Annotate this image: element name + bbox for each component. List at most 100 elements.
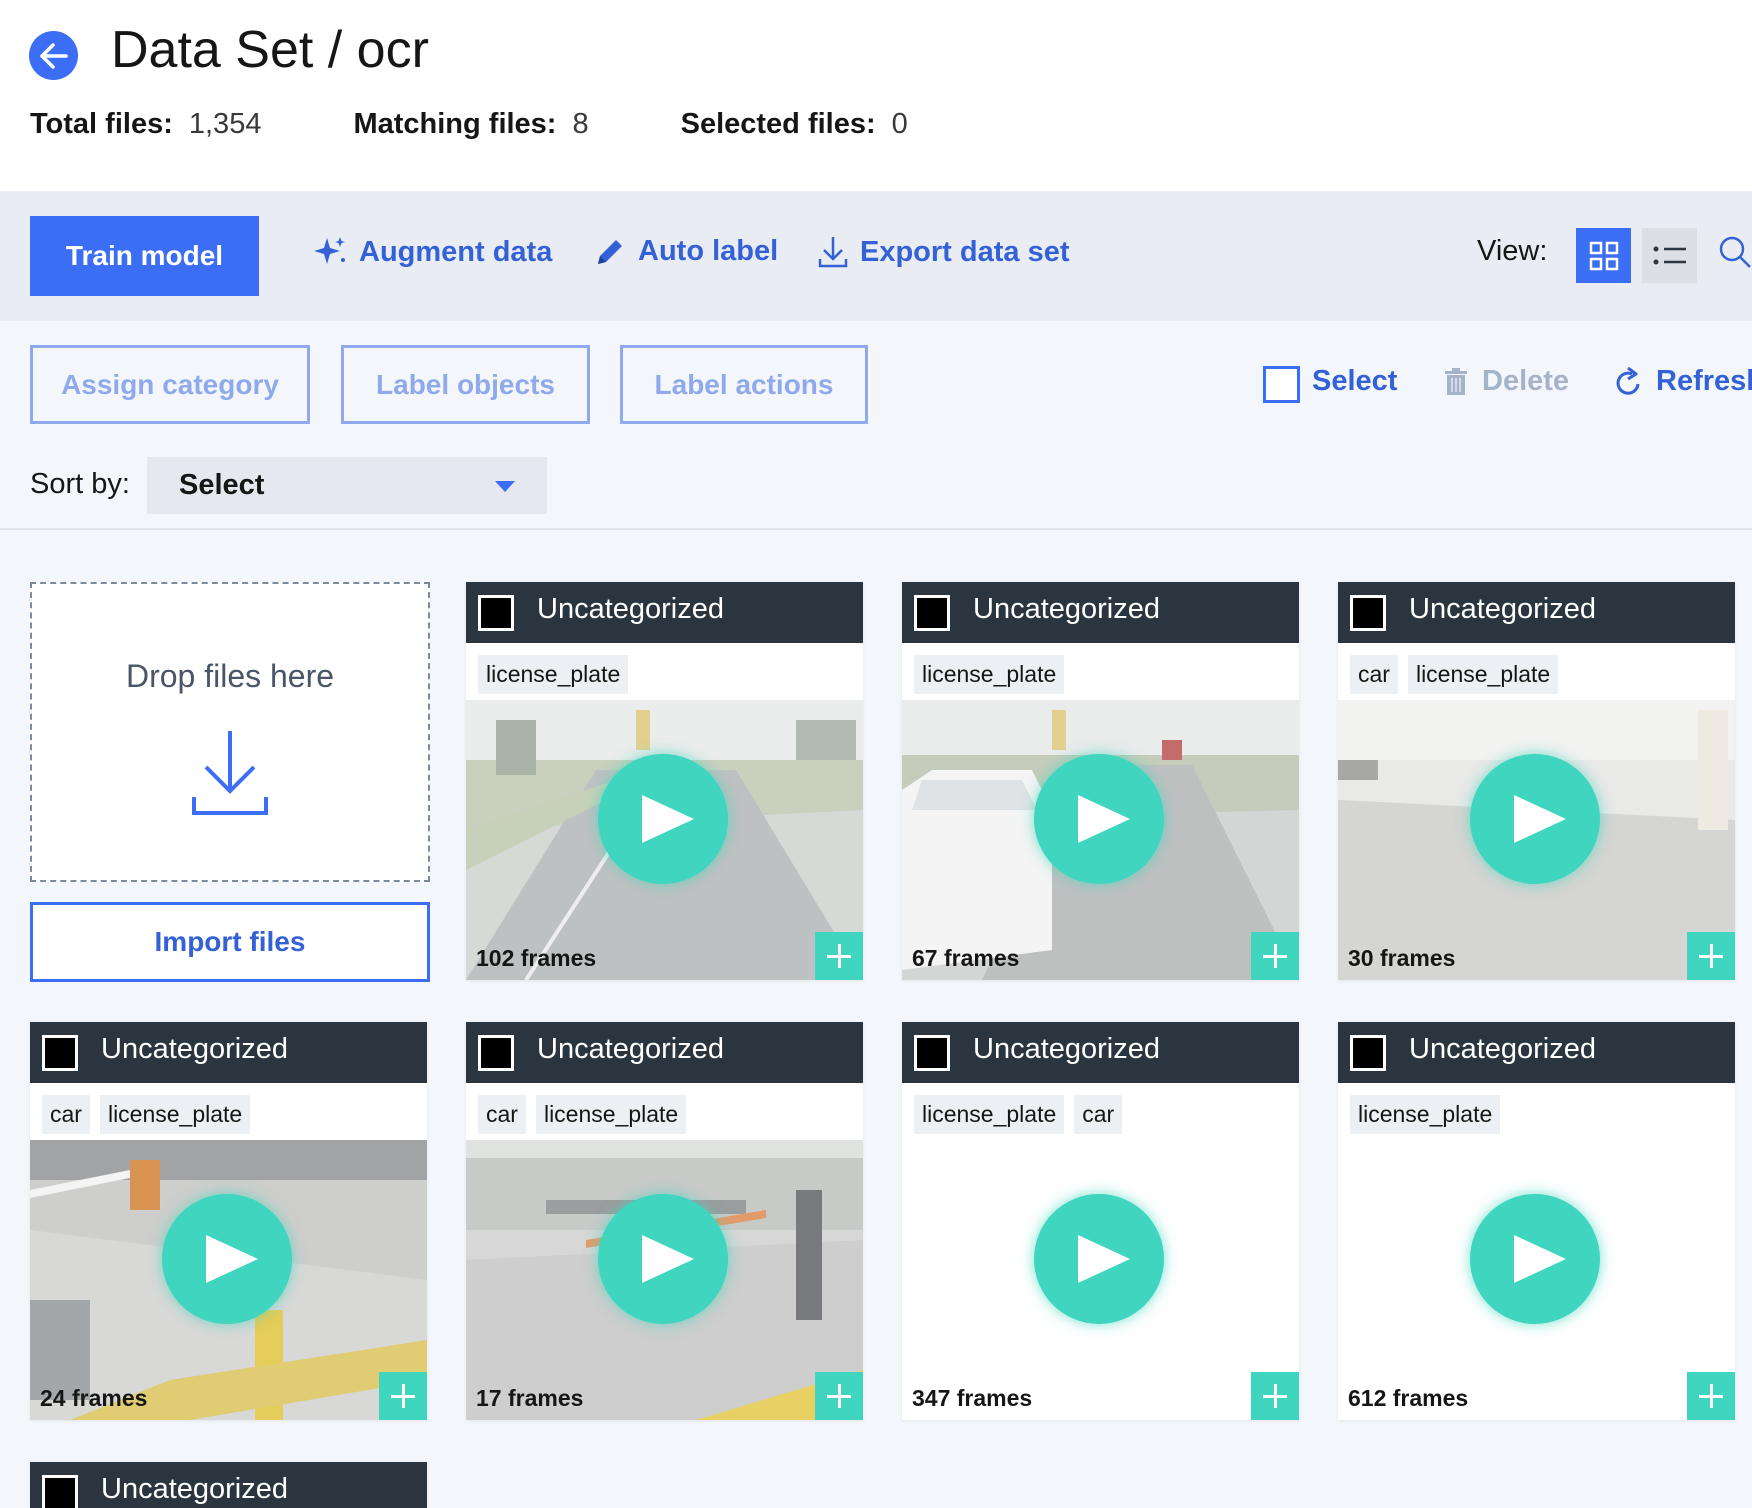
play-icon: [1514, 795, 1566, 843]
drop-zone-text: Drop files here: [125, 658, 335, 694]
file-card[interactable]: Uncategorized: [30, 1462, 427, 1508]
play-button[interactable]: [1034, 1194, 1164, 1324]
video-thumbnail: [466, 700, 863, 980]
video-thumbnail: [30, 1140, 427, 1420]
drop-zone[interactable]: Drop files here: [30, 582, 430, 882]
back-button[interactable]: [29, 31, 78, 80]
card-tags: license_plate: [1350, 1095, 1510, 1134]
file-card[interactable]: Uncategorized car license_plate 30 frame…: [1338, 582, 1735, 980]
card-checkbox[interactable]: [1350, 595, 1386, 631]
add-button[interactable]: [379, 1372, 427, 1420]
card-checkbox[interactable]: [42, 1475, 78, 1508]
card-tags: license_plate: [478, 655, 638, 694]
stat-value: 8: [572, 108, 589, 140]
play-button[interactable]: [1034, 754, 1164, 884]
import-files-button[interactable]: Import files: [30, 902, 430, 982]
card-category: Uncategorized: [101, 1033, 288, 1065]
card-category: Uncategorized: [973, 593, 1160, 625]
select-all-checkbox[interactable]: [1263, 366, 1300, 403]
refresh-icon: [1616, 366, 1640, 395]
caret-down-icon: [495, 481, 515, 492]
file-card[interactable]: Uncategorized license_plate 102 frames: [466, 582, 863, 980]
play-button[interactable]: [162, 1194, 292, 1324]
frame-count: 17 frames: [476, 1385, 584, 1411]
download-icon: [818, 237, 848, 268]
play-icon: [642, 1235, 694, 1283]
actions-bar: Assign category Label objects Label acti…: [0, 321, 1752, 530]
card-checkbox[interactable]: [914, 1035, 950, 1071]
label-actions-button[interactable]: Label actions: [620, 345, 868, 424]
card-tags: car license_plate: [1350, 655, 1568, 694]
augment-data-label: Augment data: [359, 235, 553, 268]
auto-label-label: Auto label: [638, 235, 779, 267]
auto-label-button[interactable]: Auto label: [594, 235, 778, 268]
sort-by-label: Sort by:: [30, 468, 130, 500]
tag: license_plate: [535, 1095, 687, 1134]
delete-button[interactable]: Delete: [1444, 365, 1569, 398]
frame-count: 102 frames: [476, 945, 597, 971]
add-button[interactable]: [1251, 932, 1299, 980]
frame-count: 612 frames: [1348, 1385, 1469, 1411]
sort-by-dropdown[interactable]: Select: [147, 457, 547, 514]
page-title: Data Set / ocr: [111, 21, 429, 79]
card-tags: car license_plate: [42, 1095, 260, 1134]
video-thumbnail: [902, 700, 1299, 980]
refresh-label: Refresh: [1656, 365, 1752, 397]
card-checkbox[interactable]: [42, 1035, 78, 1071]
card-header: Uncategorized: [466, 1022, 863, 1083]
grid-view-button[interactable]: [1576, 228, 1631, 283]
file-card[interactable]: Uncategorized license_plate car 347 fram…: [902, 1022, 1299, 1420]
stat-label: Total files:: [30, 108, 173, 140]
search-button[interactable]: [1718, 235, 1752, 274]
card-category: Uncategorized: [973, 1033, 1160, 1065]
pencil-icon: [598, 239, 622, 264]
train-model-button[interactable]: Train model: [30, 216, 259, 296]
play-button[interactable]: [598, 754, 728, 884]
select-all-label[interactable]: Select: [1312, 365, 1397, 398]
download-icon: [192, 731, 268, 815]
grid-icon: [1589, 241, 1618, 270]
card-checkbox[interactable]: [914, 595, 950, 631]
play-icon: [642, 795, 694, 843]
tag: car: [1350, 655, 1398, 694]
video-thumbnail: [466, 1140, 863, 1420]
play-icon: [1078, 795, 1130, 843]
add-button[interactable]: [1687, 1372, 1735, 1420]
card-tags: car license_plate: [478, 1095, 696, 1134]
arrow-left-icon: [39, 42, 68, 69]
add-button[interactable]: [815, 932, 863, 980]
card-category: Uncategorized: [1409, 1033, 1596, 1065]
frame-count: 24 frames: [40, 1385, 148, 1411]
delete-label: Delete: [1482, 365, 1570, 397]
stat-total-files: Total files: 1,354: [30, 108, 261, 141]
card-checkbox[interactable]: [478, 1035, 514, 1071]
search-icon: [1719, 236, 1751, 268]
augment-data-button[interactable]: Augment data: [313, 235, 552, 269]
refresh-button[interactable]: Refresh: [1614, 365, 1752, 398]
card-checkbox[interactable]: [1350, 1035, 1386, 1071]
play-button[interactable]: [598, 1194, 728, 1324]
stat-value: 1,354: [188, 108, 262, 140]
add-button[interactable]: [1251, 1372, 1299, 1420]
stat-label: Selected files:: [680, 108, 876, 140]
card-header: Uncategorized: [30, 1022, 427, 1083]
add-button[interactable]: [815, 1372, 863, 1420]
video-thumbnail: [1338, 1140, 1735, 1420]
file-card[interactable]: Uncategorized car license_plate 24 frame…: [30, 1022, 427, 1420]
label-objects-button[interactable]: Label objects: [341, 345, 590, 424]
sort-by-value: Select: [179, 469, 265, 501]
play-button[interactable]: [1470, 754, 1600, 884]
file-card[interactable]: Uncategorized license_plate 67 frames: [902, 582, 1299, 980]
file-card[interactable]: Uncategorized license_plate 612 frames: [1338, 1022, 1735, 1420]
card-checkbox[interactable]: [478, 595, 514, 631]
card-tags: license_plate: [914, 655, 1074, 694]
video-thumbnail: [902, 1140, 1299, 1420]
frame-count: 67 frames: [912, 945, 1020, 971]
assign-category-button[interactable]: Assign category: [30, 345, 310, 424]
file-card[interactable]: Uncategorized car license_plate 17 frame…: [466, 1022, 863, 1420]
tag: license_plate: [914, 655, 1065, 694]
list-view-button[interactable]: [1642, 228, 1697, 283]
add-button[interactable]: [1687, 932, 1735, 980]
play-button[interactable]: [1470, 1194, 1600, 1324]
export-data-set-button[interactable]: Export data set: [818, 235, 1070, 269]
